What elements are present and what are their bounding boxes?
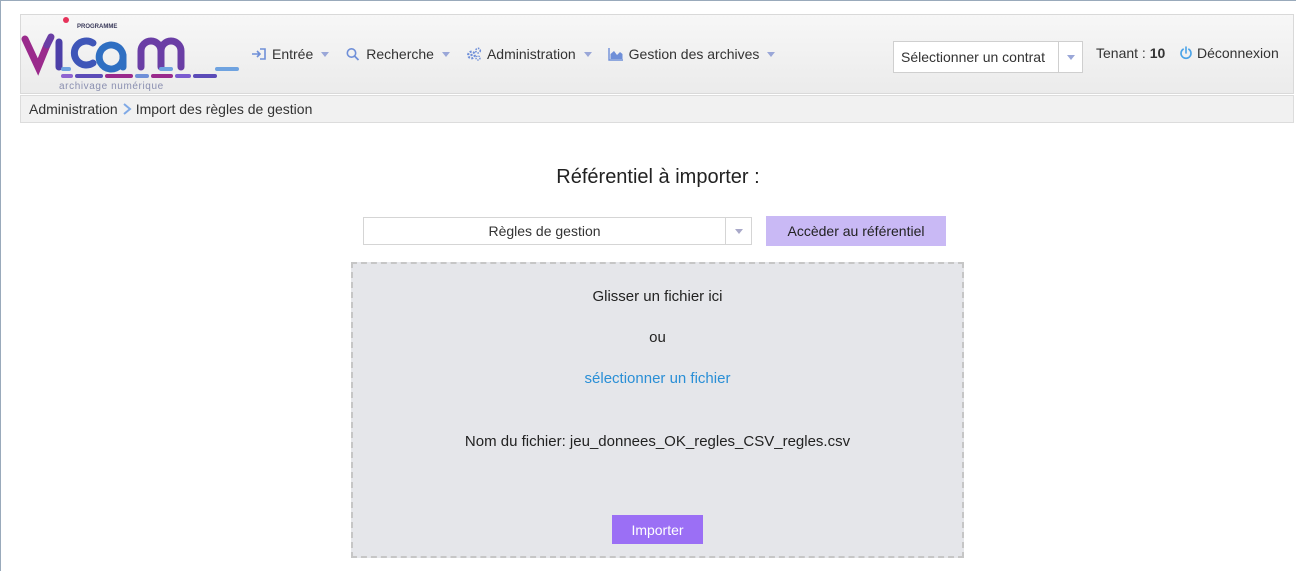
logout-label: Déconnexion [1197, 45, 1279, 61]
nav-gestion-archives[interactable]: Gestion des archives [607, 46, 776, 62]
referential-select-value: Règles de gestion [488, 223, 601, 239]
dropzone-link-row: sélectionner un fichier [353, 370, 962, 387]
contract-select-toggle[interactable] [1058, 42, 1082, 72]
logout-button[interactable]: Déconnexion [1179, 45, 1279, 61]
dropzone-drop-text: Glisser un fichier ici [592, 288, 723, 305]
chevron-down-icon [734, 228, 743, 234]
contract-select-value: Sélectionner un contrat [901, 49, 1045, 65]
access-referential-button[interactable]: Accèder au référentiel [766, 216, 946, 246]
contract-select[interactable]: Sélectionner un contrat [893, 41, 1083, 73]
select-file-link[interactable]: sélectionner un fichier [585, 370, 731, 387]
vitam-logo[interactable]: PROGRAMME archivage numérique [21, 15, 243, 93]
search-icon [346, 48, 360, 61]
nav-entree-label: Entrée [272, 46, 314, 62]
top-header: PROGRAMME archivage numérique Entrée Rec… [20, 14, 1294, 94]
page-title: Référentiel à importer : [556, 166, 760, 188]
tenant-value: 10 [1149, 45, 1166, 61]
tenant-indicator: Tenant : 10 [1096, 45, 1165, 61]
filename-label: Nom du fichier: jeu_donnees_OK_regles_CS… [464, 433, 851, 450]
dropzone-or-text: ou [649, 329, 666, 346]
tenant-label: Tenant : [1096, 45, 1146, 61]
area-chart-icon [607, 48, 623, 61]
chevron-down-icon [1066, 54, 1075, 60]
breadcrumb: Administration Import des règles de gest… [20, 95, 1294, 123]
chevron-down-icon [583, 51, 592, 57]
nav-entree[interactable]: Entrée [251, 46, 330, 62]
file-dropzone[interactable]: Glisser un fichier ici ou sélectionner u… [351, 262, 964, 558]
sign-in-icon [252, 48, 266, 60]
chevron-down-icon [767, 51, 776, 57]
nav-administration-label: Administration [486, 46, 576, 62]
svg-text:PROGRAMME: PROGRAMME [77, 24, 117, 30]
nav-administration[interactable]: Administration [466, 46, 592, 62]
referential-select-toggle[interactable] [725, 218, 751, 244]
power-icon [1180, 46, 1192, 60]
gears-icon [467, 47, 482, 61]
referential-select[interactable]: Règles de gestion [363, 217, 752, 245]
nav-recherche[interactable]: Recherche [345, 46, 450, 62]
main-nav: Entrée Recherche Administration Gestion … [251, 46, 791, 62]
chevron-down-icon [321, 51, 330, 57]
nav-gestion-archives-label: Gestion des archives [628, 46, 760, 62]
import-button[interactable]: Importer [612, 515, 703, 544]
breadcrumb-item-current: Import des règles de gestion [135, 101, 313, 117]
chevron-right-icon [123, 103, 132, 115]
chevron-down-icon [441, 51, 450, 57]
nav-recherche-label: Recherche [366, 46, 434, 62]
breadcrumb-item-administration[interactable]: Administration [29, 101, 118, 117]
logo-subtitle: archivage numérique [59, 81, 164, 92]
